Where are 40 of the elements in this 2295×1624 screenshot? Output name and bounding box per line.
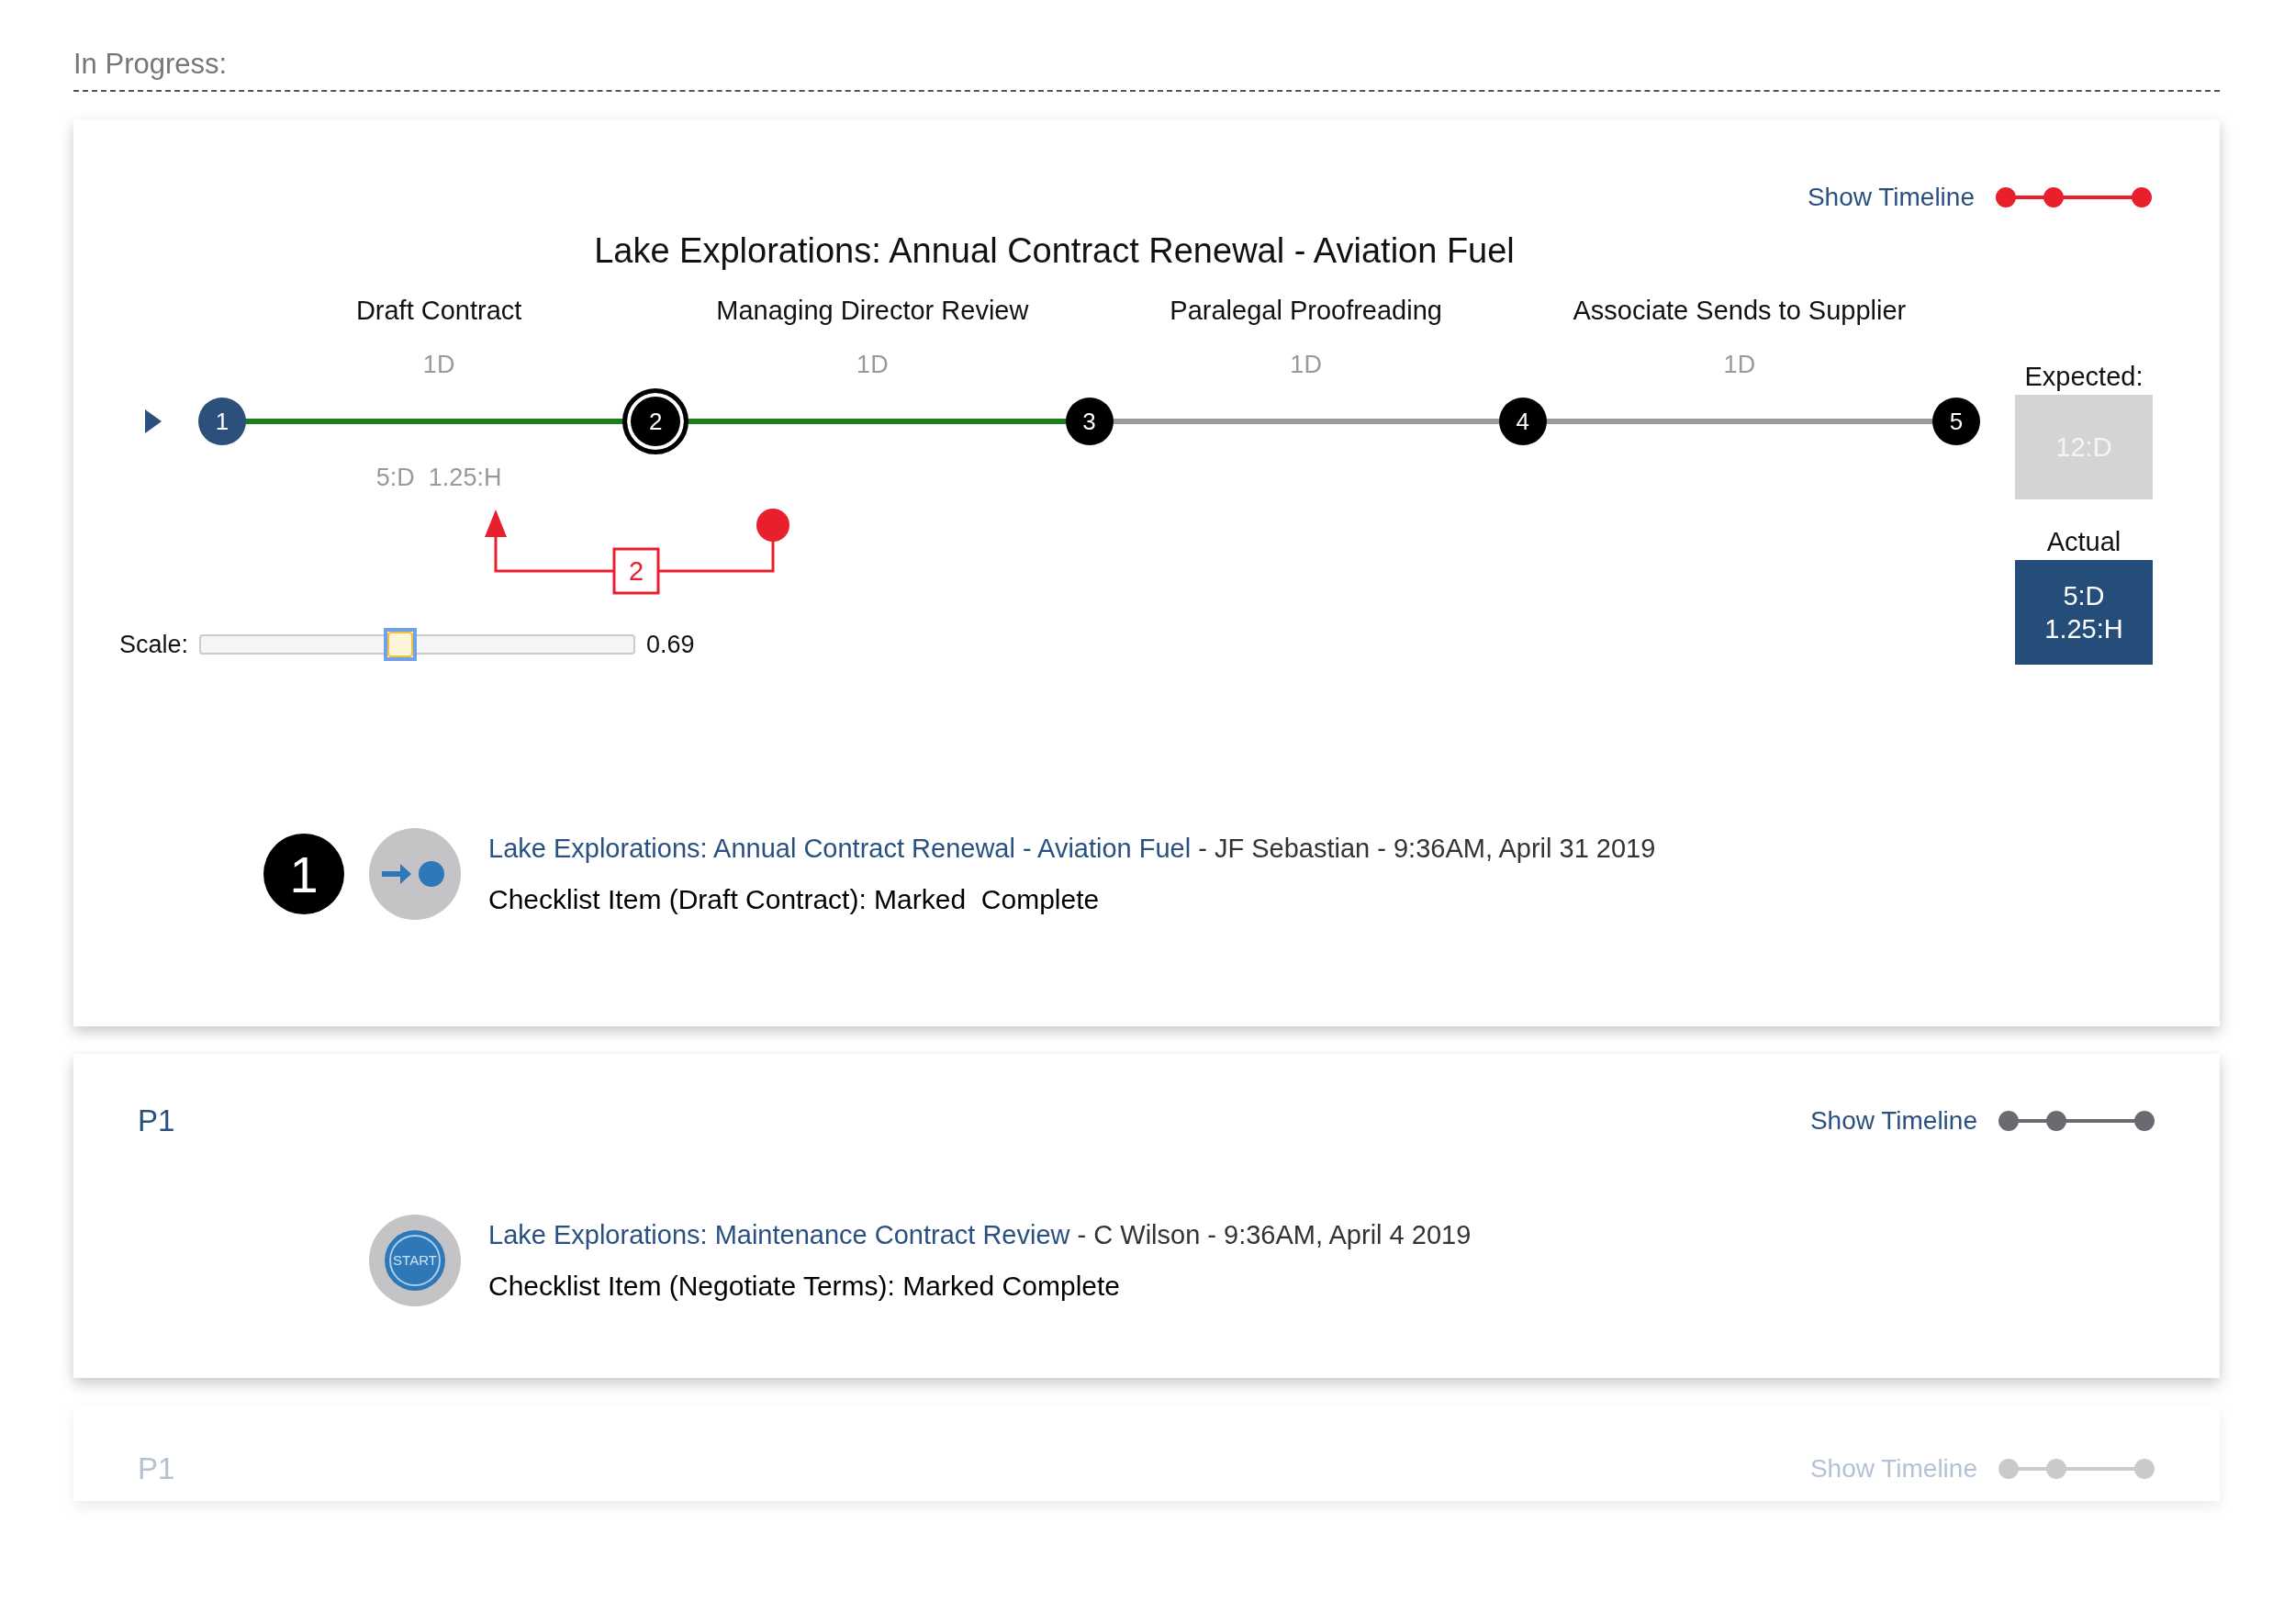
scale-value: 0.69: [646, 630, 695, 659]
show-timeline-link[interactable]: Show Timeline: [1809, 1106, 1977, 1136]
activity-summary: Lake Explorations: Annual Contract Renewal - Aviation Fuel - JF Sebastian - 9:36AM, April 31 2019: [488, 833, 1656, 864]
actual-value: 5:D 1.25:H: [2015, 560, 2153, 665]
activity-summary: Lake Explorations: Maintenance Contract Review - C Wilson - 9:36AM, April 4 2019: [488, 1219, 1472, 1250]
show-timeline-link[interactable]: Show Timeline: [1807, 183, 1975, 212]
step-node[interactable]: 1: [198, 398, 246, 445]
arrow-to-dot-icon: [369, 828, 461, 920]
scale-slider[interactable]: [199, 628, 636, 661]
scale-label: Scale:: [119, 630, 189, 659]
step-label: Associate Sends to Supplier: [1572, 295, 1908, 326]
priority-heading: P1: [138, 1103, 175, 1138]
step-label: Draft Contract: [354, 295, 523, 326]
step-duration: 1D: [1722, 350, 1757, 379]
step-number: 1: [263, 834, 344, 914]
play-icon[interactable]: [145, 409, 162, 433]
annotation-label: 2: [612, 547, 660, 595]
step-label: Paralegal Proofreading: [1169, 295, 1443, 326]
timeline-title: Lake Explorations: Annual Contract Renewal - Aviation Fuel: [593, 230, 1516, 272]
activity-detail: Checklist Item (Negotiate Terms): Marked Complete: [488, 1270, 1121, 1302]
elapsed-time: 5:D 1.25:H: [375, 463, 503, 492]
activity-detail: Checklist Item (Draft Contract): Marked Complete: [488, 883, 1101, 915]
actual-label: Actual: [2046, 526, 2121, 558]
priority-heading: P1: [138, 1451, 175, 1486]
step-node[interactable]: 3: [1065, 398, 1114, 445]
step-duration: 1D: [856, 350, 890, 379]
step-duration: 1D: [421, 350, 456, 379]
project-link[interactable]: Lake Explorations: Maintenance Contract Review: [488, 1219, 1070, 1249]
step-node[interactable]: 2: [622, 388, 689, 454]
step-node[interactable]: 5: [1932, 398, 1980, 445]
step-duration: 1D: [1289, 350, 1323, 379]
step-node[interactable]: 4: [1498, 398, 1547, 445]
section-title: In Progress:: [73, 48, 2220, 92]
timeline-icon[interactable]: [1995, 185, 2153, 209]
start-icon: START: [369, 1215, 461, 1306]
expected-label: Expected:: [2024, 361, 2144, 393]
slider-thumb[interactable]: [383, 628, 417, 661]
step-label: Managing Director Review: [715, 295, 1030, 326]
project-link[interactable]: Lake Explorations: Annual Contract Renewal - Aviation Fuel: [488, 833, 1192, 863]
timeline-icon[interactable]: [1998, 1109, 2155, 1133]
